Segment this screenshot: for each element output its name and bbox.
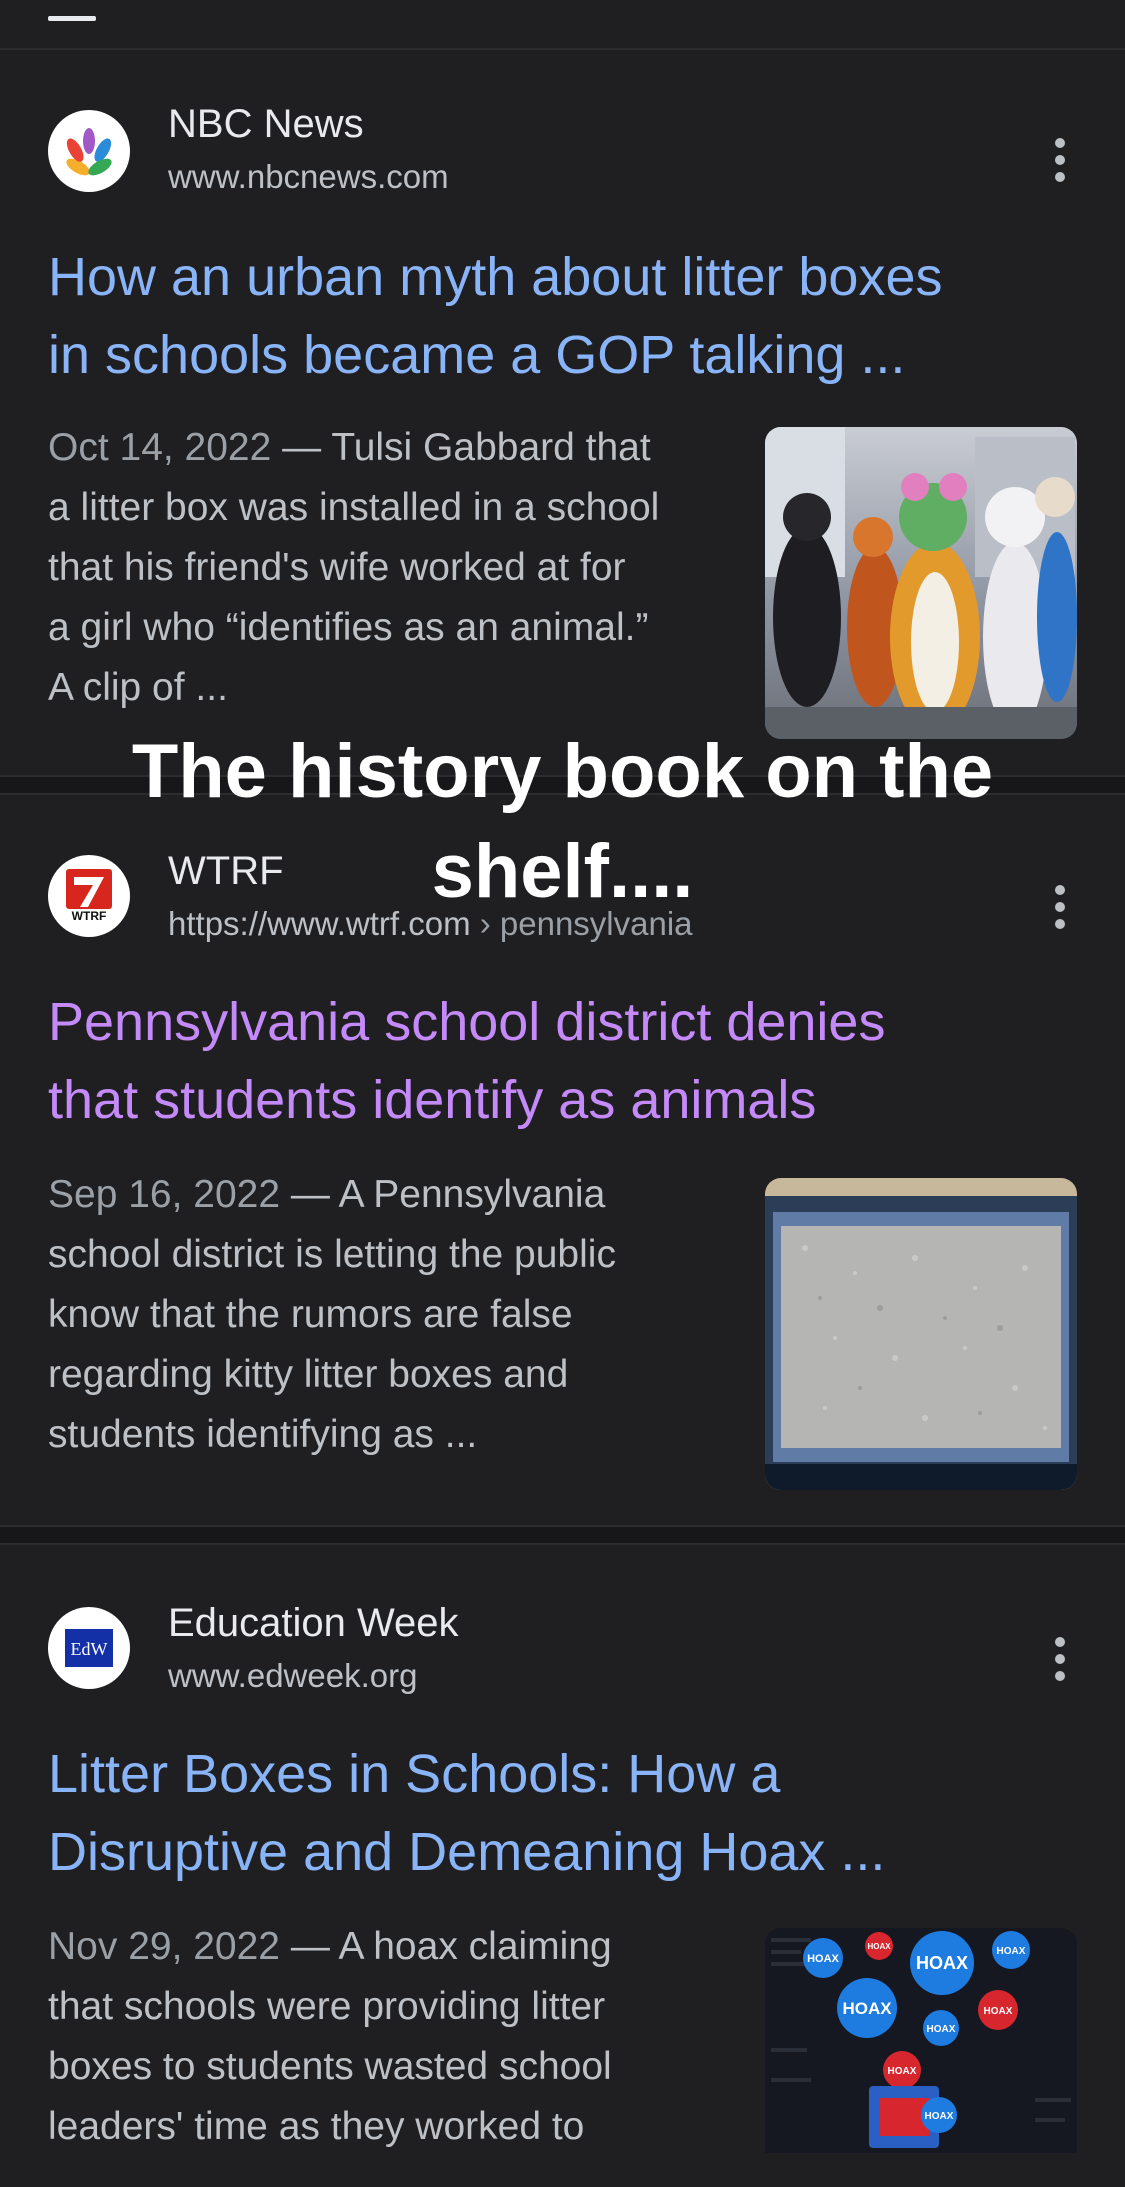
result-date: Sep 16, 2022 bbox=[48, 1173, 281, 1216]
result-source-name[interactable]: NBC News bbox=[168, 102, 364, 147]
snippet-text: A clip of ... bbox=[48, 666, 228, 709]
search-result-edweek: EdW Education Week www.edweek.org Litter… bbox=[0, 1545, 1125, 2153]
search-result-nbc: NBC News www.nbcnews.com How an urban my… bbox=[0, 50, 1125, 775]
title-line[interactable]: Litter Boxes in Schools: How a bbox=[48, 1735, 1088, 1813]
result-thumbnail[interactable] bbox=[765, 1178, 1077, 1490]
hoax-label: HOAX bbox=[984, 2006, 1013, 2017]
hoax-label: HOAX bbox=[888, 2066, 917, 2077]
title-line[interactable]: How an urban myth about litter boxes bbox=[48, 238, 1088, 316]
hoax-label: HOAX bbox=[867, 1942, 891, 1951]
snippet-text: school district is letting the public bbox=[48, 1233, 616, 1276]
snippet-text: Tulsi Gabbard that bbox=[331, 426, 651, 469]
snippet-text: that his friend's wife worked at for bbox=[48, 546, 626, 589]
hoax-label: HOAX bbox=[997, 1946, 1026, 1957]
more-options-icon[interactable] bbox=[1040, 1633, 1080, 1693]
snippet-text: a litter box was installed in a school bbox=[48, 486, 660, 529]
minus-icon bbox=[48, 16, 96, 21]
snippet-text: boxes to students wasted school bbox=[48, 2045, 612, 2088]
result-url[interactable]: www.edweek.org bbox=[168, 1657, 417, 1695]
snippet-text: leaders' time as they worked to bbox=[48, 2105, 585, 2148]
title-line[interactable]: Disruptive and Demeaning Hoax ... bbox=[48, 1813, 1088, 1891]
overlay-caption: The history book on the shelf.... bbox=[0, 722, 1125, 922]
caption-line: The history book on the bbox=[131, 729, 994, 814]
separator: — bbox=[290, 1925, 330, 1968]
result-url[interactable]: www.nbcnews.com bbox=[168, 158, 449, 196]
result-snippet: Sep 16, 2022 — A Pennsylvania school dis… bbox=[48, 1165, 728, 1465]
title-line[interactable]: Pennsylvania school district denies bbox=[48, 983, 1088, 1061]
hoax-label: HOAX bbox=[807, 1953, 839, 1965]
favicon-text: EdW bbox=[71, 1639, 108, 1659]
result-thumbnail[interactable] bbox=[765, 427, 1077, 739]
result-source-name[interactable]: Education Week bbox=[168, 1601, 459, 1646]
result-date: Oct 14, 2022 bbox=[48, 426, 272, 469]
result-title-link[interactable]: Pennsylvania school district denies that… bbox=[48, 983, 1088, 1139]
snippet-text: know that the rumors are false bbox=[48, 1293, 573, 1336]
nbc-peacock-icon[interactable] bbox=[48, 110, 130, 192]
result-title-link[interactable]: How an urban myth about litter boxes in … bbox=[48, 238, 1088, 394]
snippet-text: that schools were providing litter bbox=[48, 1985, 606, 2028]
edweek-logo-icon[interactable]: EdW bbox=[48, 1607, 130, 1689]
more-options-icon[interactable] bbox=[1040, 134, 1080, 194]
hoax-label: HOAX bbox=[842, 1999, 892, 2018]
result-snippet: Oct 14, 2022 — Tulsi Gabbard that a litt… bbox=[48, 418, 728, 718]
separator: — bbox=[282, 426, 322, 469]
result-date: Nov 29, 2022 bbox=[48, 1925, 281, 1968]
hoax-label: HOAX bbox=[916, 1953, 968, 1973]
result-thumbnail[interactable]: HOAX HOAX HOAX HOAX HOAX HOAX HOAX HOAX … bbox=[765, 1928, 1077, 2153]
result-title-link[interactable]: Litter Boxes in Schools: How a Disruptiv… bbox=[48, 1735, 1088, 1891]
separator: — bbox=[290, 1173, 330, 1216]
hoax-label: HOAX bbox=[927, 2024, 956, 2035]
hoax-label: HOAX bbox=[925, 2111, 954, 2122]
top-bar bbox=[0, 0, 1125, 50]
result-snippet: Nov 29, 2022 — A hoax claiming that scho… bbox=[48, 1917, 728, 2157]
result-separator bbox=[0, 1525, 1125, 1545]
snippet-text: A hoax claiming bbox=[338, 1925, 612, 1968]
snippet-text: A Pennsylvania bbox=[338, 1173, 606, 1216]
title-line[interactable]: that students identify as animals bbox=[48, 1061, 1088, 1139]
caption-line: shelf.... bbox=[431, 829, 694, 914]
snippet-text: a girl who “identifies as an animal.” bbox=[48, 606, 649, 649]
title-line[interactable]: in schools became a GOP talking ... bbox=[48, 316, 1088, 394]
snippet-text: regarding kitty litter boxes and bbox=[48, 1353, 569, 1396]
snippet-text: students identifying as ... bbox=[48, 1413, 478, 1456]
